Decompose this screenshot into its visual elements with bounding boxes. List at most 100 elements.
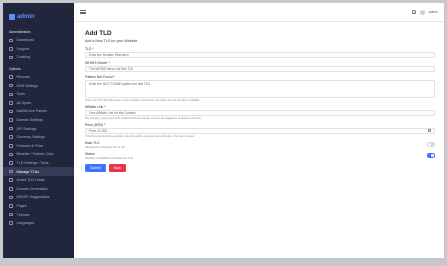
sidebar-item-label: Tools xyxy=(16,92,25,97)
nav-item-icon xyxy=(9,47,13,51)
sidebar-item-whois-suggestions[interactable]: WHOIS Suggestions xyxy=(3,193,74,202)
main-tld-label: Main TLD xyxy=(85,140,100,145)
tld-input[interactable]: Enter the Domain Extension xyxy=(85,51,435,58)
nav-item-icon xyxy=(9,118,13,122)
back-button[interactable]: Back xyxy=(108,163,127,172)
sidebar-item-records[interactable]: Records xyxy=(3,73,74,82)
brand-name: admin xyxy=(17,14,35,20)
nav-item-icon xyxy=(9,75,13,79)
price-icon xyxy=(428,129,431,132)
sidebar-item-label: Domain Settings xyxy=(16,118,43,123)
sidebar-item-support[interactable]: Support xyxy=(3,45,74,54)
sidebar: admin Administration Dashboard Support Trac… xyxy=(3,3,74,258)
sidebar-item-label: Languages xyxy=(16,221,35,226)
bell-icon[interactable] xyxy=(411,9,416,15)
pattern-label: Pattern Not Found * xyxy=(85,74,115,79)
sidebar-item-label: DNS Settings xyxy=(16,83,39,88)
sidebar-item-pages[interactable]: Pages xyxy=(3,202,74,211)
page-subtitle: Add a New TLD for your Website xyxy=(85,38,138,43)
sidebar-item-tld-settings-tools[interactable]: TLD Settings / Tools xyxy=(3,159,74,168)
sidebar-item-label: Tracking xyxy=(16,55,31,60)
menu-toggle-icon[interactable] xyxy=(80,9,86,15)
sidebar-item-tracking[interactable]: Tracking xyxy=(3,53,74,62)
status-label: Status xyxy=(85,151,95,156)
sidebar-section-title: Options xyxy=(9,66,21,71)
sidebar-item-label: Currency Settings xyxy=(16,135,46,140)
sidebar-item-label: API Settings xyxy=(16,126,37,131)
sidebar-item-languages[interactable]: Languages xyxy=(3,219,74,228)
sidebar-item-label: Support xyxy=(16,46,30,51)
form-panel: Add TLD Add a New TLD for your Website T… xyxy=(74,22,444,172)
nav-item-icon xyxy=(9,204,13,208)
sidebar-item-active-tld-limits[interactable]: Active TLD Limits xyxy=(3,176,74,185)
sidebar-item-label: AddService Panels xyxy=(16,109,47,114)
avatar[interactable] xyxy=(419,9,425,15)
nav-item-icon xyxy=(9,101,13,105)
sidebar-item-label: Reseller / Partner Links xyxy=(16,152,54,157)
whois-label: WHOIS Server * xyxy=(85,60,110,65)
sidebar-item-label: TLD Settings / Tools xyxy=(16,161,49,166)
nav-item-icon xyxy=(9,195,13,200)
page-title: Add TLD xyxy=(85,30,112,37)
nav-item-icon xyxy=(9,187,13,191)
nav-item-icon xyxy=(9,178,13,182)
tld-label: TLD * xyxy=(85,46,94,51)
sidebar-item-domain-generation[interactable]: Domain Generation xyxy=(3,185,74,194)
top-bar: admin xyxy=(74,3,444,22)
nav-item-icon xyxy=(9,83,13,88)
status-toggle[interactable] xyxy=(427,153,435,158)
nav-item-icon xyxy=(9,152,13,157)
logo-icon xyxy=(9,14,15,20)
whois-input[interactable]: The WHOIS server for this TLD xyxy=(85,65,435,72)
sidebar-item-label: WHOIS Suggestions xyxy=(16,195,50,200)
sidebar-item-label: Features & Price xyxy=(16,143,44,148)
nav-item-icon xyxy=(9,144,13,148)
nav-item-icon xyxy=(9,161,13,165)
sidebar-item-dashboard[interactable]: Dashboard xyxy=(3,36,74,45)
sidebar-item-addservice-panels[interactable]: AddService Panels xyxy=(3,107,74,116)
price-hint: If the Price (preferred) is available, t… xyxy=(85,134,195,138)
pattern-textarea[interactable]: Enter the NOT FOUND pattern for this TLD xyxy=(85,79,435,98)
sidebar-item-features-price[interactable]: Features & Price xyxy=(3,142,74,151)
main-tld-hint: Whether this is Popular TLD or not xyxy=(85,145,125,149)
nav-item-icon xyxy=(9,212,13,217)
main-area: admin Add TLD Add a New TLD for your Web… xyxy=(74,3,444,258)
nav-item-icon xyxy=(9,126,13,131)
brand-logo[interactable]: admin xyxy=(3,3,74,25)
sidebar-item-currency-settings[interactable]: Currency Settings xyxy=(3,133,74,142)
nav-item-icon xyxy=(9,221,13,225)
submit-button[interactable]: Submit xyxy=(85,163,106,172)
sidebar-item-domain-settings[interactable]: Domain Settings xyxy=(3,116,74,125)
affiliate-input[interactable]: Your Affiliate Link for this Domain xyxy=(85,109,435,116)
sidebar-item-themes[interactable]: Themes xyxy=(3,210,74,219)
nav-item-icon xyxy=(9,109,13,114)
nav-item-icon xyxy=(9,92,13,97)
affiliate-label: Affiliate Link * xyxy=(85,104,106,109)
affiliate-hint: The {domain_name} tag will be replaced w… xyxy=(85,116,202,120)
sidebar-item-label: Themes xyxy=(16,212,30,217)
sidebar-item-reseller-partner-links[interactable]: Reseller / Partner Links xyxy=(3,150,74,159)
status-hint: Whether it's Enabled or Disabled the TLD xyxy=(85,156,133,160)
sidebar-section-title: Administration xyxy=(9,30,31,34)
nav-item-icon xyxy=(9,38,13,43)
app-window: admin Administration Dashboard Support Trac… xyxy=(3,3,444,258)
price-input[interactable]: Price in USD xyxy=(85,127,435,134)
nav-item-icon xyxy=(9,135,13,139)
sidebar-item-label: Manage TLDs xyxy=(16,169,40,174)
price-label: Price (USD) * xyxy=(85,122,106,127)
sidebar-item-label: Domain Generation xyxy=(16,186,48,191)
sidebar-item-label: Pages xyxy=(16,203,27,208)
sidebar-item-api-settings[interactable]: API Settings xyxy=(3,124,74,133)
nav-item-icon xyxy=(9,55,13,60)
sidebar-item-manage-tlds[interactable]: Manage TLDs xyxy=(3,167,74,176)
sidebar-item-label: Records xyxy=(16,75,30,80)
pattern-hint: This is the NOT FOUND pattern. This is p… xyxy=(85,98,201,102)
sidebar-item-label: Ad Spots xyxy=(16,100,32,105)
sidebar-item-label: Dashboard xyxy=(16,38,35,43)
sidebar-item-label: Active TLD Limits xyxy=(16,178,45,183)
user-menu[interactable]: admin xyxy=(429,10,438,14)
sidebar-item-tools[interactable]: Tools xyxy=(3,90,74,99)
sidebar-item-dns-settings[interactable]: DNS Settings xyxy=(3,81,74,90)
main-tld-toggle[interactable] xyxy=(427,142,435,147)
sidebar-item-ad-spots[interactable]: Ad Spots xyxy=(3,99,74,108)
